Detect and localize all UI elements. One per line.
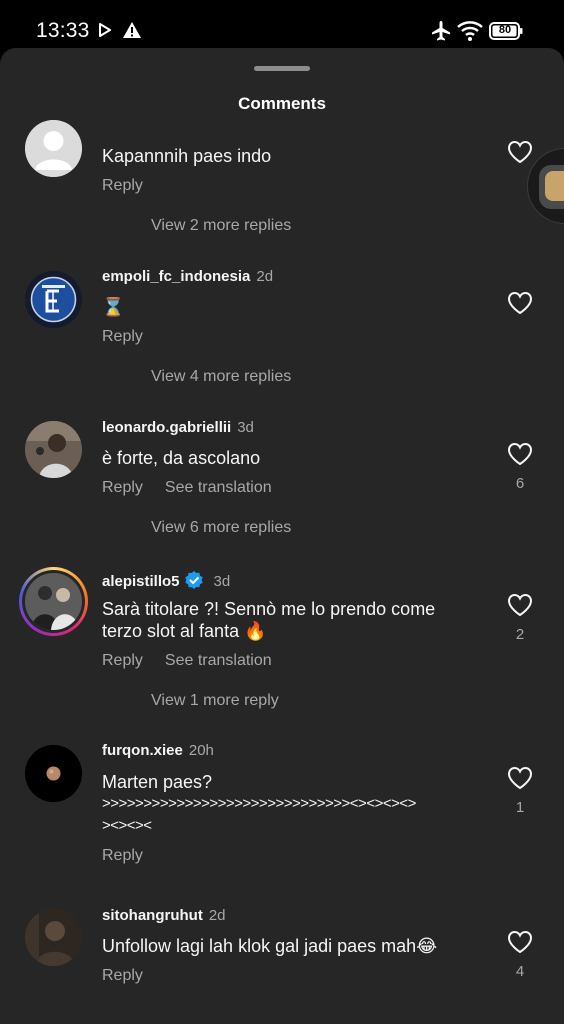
comment-text-line: >>>>>>>>>>>>>>>>>>>>>>>>>>>>>><><><><>: [102, 795, 416, 812]
avatar[interactable]: [25, 745, 82, 802]
verified-badge-icon: [184, 570, 204, 590]
heart-icon[interactable]: [507, 140, 533, 164]
story-ring[interactable]: [19, 567, 88, 636]
sheet-title: Comments: [238, 94, 326, 113]
status-time: 13:33: [36, 19, 90, 42]
comment-text: ⌛: [102, 297, 125, 317]
username[interactable]: furqon.xiee: [102, 742, 183, 759]
comments-sheet: Comments Kapannnih paes indo Reply View …: [0, 48, 564, 1024]
avatar[interactable]: [25, 909, 82, 966]
reply-button[interactable]: Reply: [102, 847, 143, 864]
comment-actions: Reply See translation: [102, 652, 294, 670]
view-replies-button[interactable]: View 2 more replies: [151, 217, 291, 235]
like-count: 6: [515, 475, 525, 492]
heart-icon[interactable]: [507, 291, 533, 315]
reply-button[interactable]: Reply: [102, 177, 143, 194]
warning-icon: [122, 21, 142, 44]
heart-icon[interactable]: [507, 442, 533, 466]
comment-text-line: Sarà titolare ?! Sennò me lo prendo come: [102, 599, 436, 619]
username[interactable]: leonardo.gabriellii: [102, 419, 231, 436]
view-replies-button[interactable]: View 4 more replies: [151, 368, 291, 386]
username[interactable]: empoli_fc_indonesia: [102, 268, 250, 285]
comment-text: Unfollow lagi lah klok gal jadi paes mah…: [102, 936, 438, 956]
comment-text: Kapannnih paes indo: [102, 146, 272, 166]
comment-text-line: Marten paes?: [102, 772, 213, 792]
like-count: 4: [515, 963, 525, 980]
view-replies-button[interactable]: View 6 more replies: [151, 519, 291, 537]
reply-button[interactable]: Reply: [102, 967, 143, 984]
moon-avatar-icon: [25, 745, 82, 802]
username-line: sitohangruhut 2d: [102, 907, 226, 924]
reply-button[interactable]: Reply: [102, 479, 143, 496]
heart-icon[interactable]: [507, 930, 533, 954]
comment-time: 20h: [188, 742, 214, 759]
username-line: leonardo.gabriellii 3d: [102, 419, 254, 436]
comment-actions: Reply: [102, 328, 165, 346]
see-translation-button[interactable]: See translation: [165, 479, 272, 496]
club-logo-icon: [25, 271, 82, 328]
airplane-icon: [430, 20, 452, 47]
username[interactable]: sitohangruhut: [102, 907, 203, 924]
like-count: 2: [515, 626, 525, 643]
profile-photo-icon: [25, 573, 82, 630]
username-line: empoli_fc_indonesia 2d: [102, 268, 273, 285]
comment-text: è forte, da ascolano: [102, 448, 261, 468]
username[interactable]: alepistillo5: [102, 573, 180, 590]
wifi-icon: [457, 20, 483, 47]
comment-text-line: terzo slot al fanta 🔥: [102, 621, 267, 641]
comment-time: 2d: [208, 907, 226, 924]
status-bar: 13:33 80: [0, 0, 564, 52]
default-avatar-icon: [25, 120, 82, 177]
reply-button[interactable]: Reply: [102, 328, 143, 345]
heart-icon[interactable]: [507, 766, 533, 790]
profile-photo-icon: [25, 909, 82, 966]
comment-actions: Reply: [102, 847, 165, 865]
comment-text-line: ><><><: [102, 817, 152, 834]
username-line: furqon.xiee 20h: [102, 742, 214, 759]
profile-photo-icon: [25, 421, 82, 478]
avatar: [25, 573, 82, 630]
reply-button[interactable]: Reply: [102, 652, 143, 669]
avatar[interactable]: [25, 271, 82, 328]
comment-actions: Reply: [102, 967, 165, 985]
comment-time: 3d: [237, 419, 254, 436]
heart-icon[interactable]: [507, 593, 533, 617]
avatar[interactable]: [25, 120, 82, 177]
drag-handle[interactable]: [254, 66, 310, 71]
comment-time: 2d: [256, 268, 274, 285]
comment-actions: Reply: [102, 177, 165, 195]
battery-level: 80: [498, 24, 512, 36]
assistant-icon: [545, 171, 564, 201]
avatar[interactable]: [25, 421, 82, 478]
comment-time: 3d: [213, 573, 231, 590]
play-icon: [98, 23, 112, 42]
username-line: alepistillo5 3d: [102, 570, 230, 590]
like-count: 1: [515, 799, 525, 816]
see-translation-button[interactable]: See translation: [165, 652, 272, 669]
comment-actions: Reply See translation: [102, 479, 294, 497]
view-replies-button[interactable]: View 1 more reply: [151, 692, 279, 710]
